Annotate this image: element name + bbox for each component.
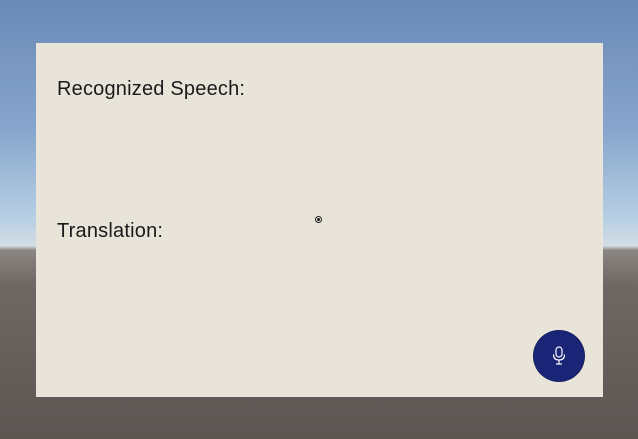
microphone-button[interactable] bbox=[534, 331, 584, 381]
recognized-speech-text bbox=[57, 109, 527, 209]
gaze-cursor bbox=[315, 216, 322, 223]
translation-text bbox=[57, 251, 527, 351]
recognized-speech-label: Recognized Speech: bbox=[57, 78, 246, 100]
microphone-icon bbox=[552, 346, 566, 365]
translation-label: Translation: bbox=[57, 220, 164, 242]
speech-translation-panel: Recognized Speech: Translation: bbox=[36, 43, 603, 397]
